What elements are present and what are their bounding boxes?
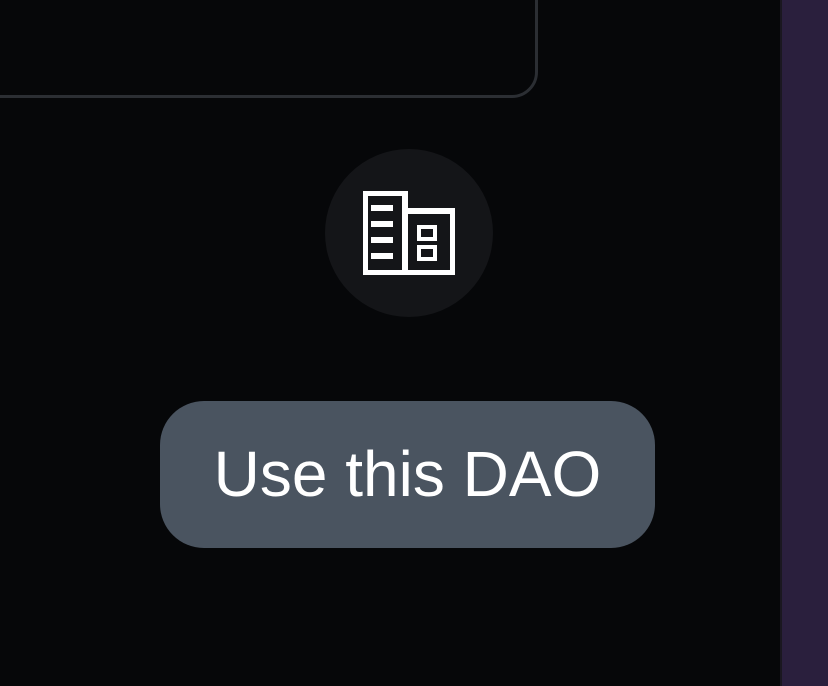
side-panel-edge	[780, 0, 828, 686]
content-card	[0, 0, 538, 98]
use-this-dao-button[interactable]: Use this DAO	[160, 401, 655, 548]
dao-avatar	[325, 149, 493, 317]
building-icon	[363, 191, 455, 275]
main-panel: Use this DAO	[0, 0, 780, 686]
